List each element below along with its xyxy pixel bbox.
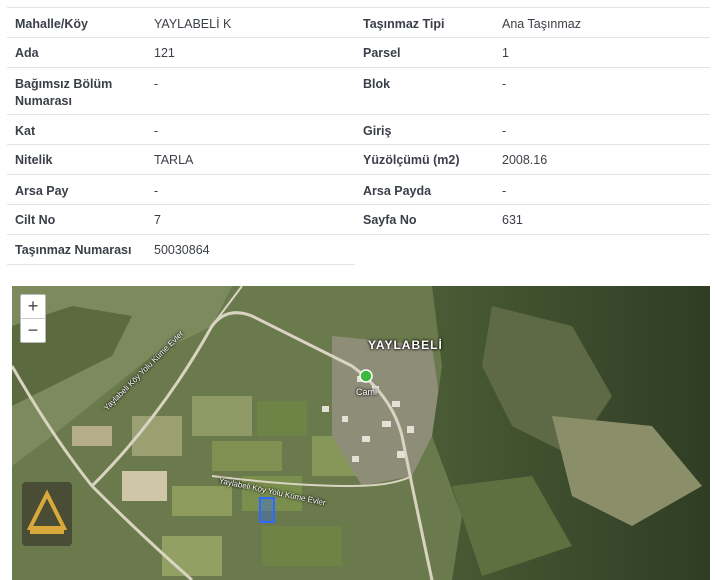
label-giris: Giriş	[363, 124, 392, 138]
zoom-in-button[interactable]: +	[21, 295, 45, 318]
label-arsa-payda: Arsa Payda	[363, 184, 432, 198]
label-sayfa-no: Sayfa No	[363, 213, 417, 227]
table-row: Arsa Pay - Arsa Payda -	[7, 175, 710, 205]
value-yuzolcumu: 2008.16	[502, 153, 548, 167]
label-nitelik: Nitelik	[15, 153, 53, 167]
label-cilt-no: Cilt No	[15, 213, 56, 227]
label-bagimsiz-bolum-2: Numarası	[15, 94, 72, 108]
value-tasinmaz-numarasi: 50030864	[154, 243, 210, 257]
zoom-out-button[interactable]: −	[21, 318, 45, 342]
value-parsel: 1	[502, 46, 509, 60]
value-cilt-no: 7	[154, 213, 161, 227]
value-blok: -	[502, 77, 507, 91]
value-giris: -	[502, 124, 507, 138]
value-kat: -	[154, 124, 159, 138]
zoom-control: + −	[20, 294, 46, 343]
label-arsa-pay: Arsa Pay	[15, 184, 69, 198]
value-ada: 121	[154, 46, 175, 60]
label-blok: Blok	[363, 77, 391, 91]
logo-watermark	[22, 482, 72, 546]
table-row: Ada 121 Parsel 1	[7, 38, 710, 68]
label-kat: Kat	[15, 124, 36, 138]
label-parsel: Parsel	[363, 46, 401, 60]
table-row: Kat - Giriş -	[7, 115, 710, 145]
value-mahalle: YAYLABELİ K	[154, 17, 232, 31]
mosque-pin-icon[interactable]	[359, 369, 373, 383]
table-row: Mahalle/Köy YAYLABELİ K Taşınmaz Tipi An…	[7, 8, 710, 38]
value-tasinmaz-tipi: Ana Taşınmaz	[502, 17, 581, 31]
label-yuzolcumu: Yüzölçümü (m2)	[363, 153, 460, 167]
value-bagimsiz-bolum: -	[154, 77, 159, 91]
label-tasinmaz-numarasi: Taşınmaz Numarası	[15, 243, 132, 257]
table-row: Bağımsız Bölüm Numarası - Blok -	[7, 68, 710, 115]
value-arsa-payda: -	[502, 184, 507, 198]
satellite-imagery	[12, 286, 710, 580]
village-label: YAYLABELİ	[368, 338, 443, 352]
label-tasinmaz-tipi: Taşınmaz Tipi	[363, 17, 445, 31]
value-arsa-pay: -	[154, 184, 159, 198]
poi-label: Cami	[356, 387, 378, 397]
value-sayfa-no: 631	[502, 213, 523, 227]
table-row: Nitelik TARLA Yüzölçümü (m2) 2008.16	[7, 145, 710, 175]
property-info-table: Mahalle/Köy YAYLABELİ K Taşınmaz Tipi An…	[0, 0, 715, 280]
label-bagimsiz-bolum: Bağımsız Bölüm	[15, 77, 113, 91]
table-row: Taşınmaz Numarası 50030864	[7, 235, 355, 265]
value-nitelik: TARLA	[154, 153, 194, 167]
satellite-map[interactable]: + − YAYLABELİ Cami Yaylabeli Köy Yolu Kü…	[12, 286, 710, 580]
label-ada: Ada	[15, 46, 39, 60]
label-mahalle: Mahalle/Köy	[15, 17, 88, 31]
table-row: Cilt No 7 Sayfa No 631	[7, 205, 710, 235]
